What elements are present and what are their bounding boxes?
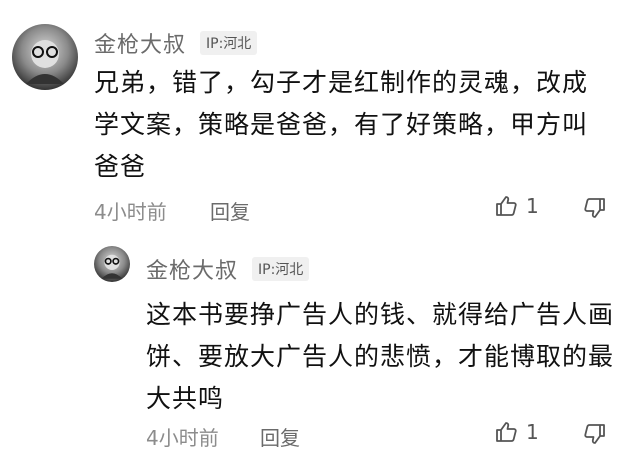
reply-avatar[interactable]: [94, 246, 130, 282]
comment-dislike-button[interactable]: [583, 196, 607, 220]
avatar-image: [26, 40, 64, 84]
avatar[interactable]: [12, 24, 78, 90]
reply-reply-button[interactable]: 回复: [260, 422, 300, 451]
reply-ip-badge: IP:河北: [252, 257, 310, 281]
comment-time: 4小时前: [94, 200, 167, 224]
thumbs-up-icon: [494, 420, 518, 444]
comment-reply-button[interactable]: 回复: [210, 196, 250, 225]
reply-text: 这本书要挣广告人的钱、就得给广告人画饼、要放大广告人的悲愤，才能博取的最大共鸣: [146, 300, 615, 413]
reply-username[interactable]: 金枪大叔: [146, 253, 238, 285]
reply-time: 4小时前: [146, 426, 219, 450]
thumbs-down-icon: [583, 422, 607, 446]
reply-dislike-button[interactable]: [583, 422, 607, 446]
comment-like-button[interactable]: 1: [494, 194, 539, 218]
thumbs-down-icon: [583, 196, 607, 220]
avatar-image: [101, 254, 123, 279]
comment-like-count: 1: [526, 194, 539, 218]
reply-like-count: 1: [526, 420, 539, 444]
comment-username[interactable]: 金枪大叔: [94, 27, 186, 59]
thumbs-up-icon: [494, 194, 518, 218]
comment-text: 兄弟，错了，勾子才是红制作的灵魂，改成学文案，策略是爸爸，有了好策略，甲方叫爸爸: [94, 68, 589, 181]
comment-ip-badge: IP:河北: [200, 31, 258, 55]
reply-like-button[interactable]: 1: [494, 420, 539, 444]
